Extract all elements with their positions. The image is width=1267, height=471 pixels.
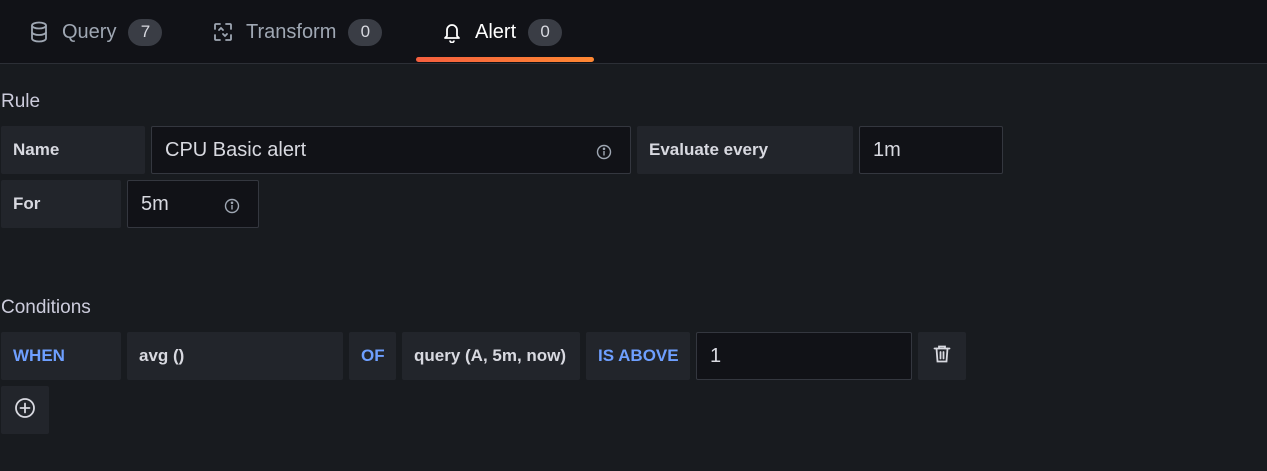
tab-query-label: Query	[62, 20, 117, 43]
bell-icon	[441, 21, 463, 43]
transform-icon	[212, 21, 234, 43]
threshold-input[interactable]: 1	[696, 332, 912, 380]
database-icon	[28, 21, 50, 43]
name-input[interactable]: CPU Basic alert	[151, 126, 631, 174]
conditions-section-title: Conditions	[1, 297, 91, 318]
tab-query-count: 7	[128, 18, 163, 46]
tab-transform-label: Transform	[246, 20, 337, 43]
tab-bar: Query 7 Transform 0 Alert 0	[0, 0, 1267, 64]
trash-icon	[933, 344, 951, 369]
for-label: For	[1, 180, 121, 228]
info-icon	[596, 143, 612, 160]
evaluator-selector[interactable]: IS ABOVE	[586, 332, 690, 380]
active-tab-indicator	[416, 57, 594, 62]
tab-transform[interactable]: Transform 0	[212, 0, 383, 64]
name-label: Name	[1, 126, 145, 174]
query-selector[interactable]: query (A, 5m, now)	[402, 332, 580, 380]
tab-alert-count: 0	[528, 18, 563, 46]
delete-condition-button[interactable]	[918, 332, 966, 380]
of-keyword: OF	[349, 332, 396, 380]
rule-section-title: Rule	[1, 91, 41, 112]
for-input-value: 5m	[141, 192, 169, 215]
for-input[interactable]: 5m	[127, 180, 259, 228]
tab-query[interactable]: Query 7	[28, 0, 163, 64]
tab-transform-count: 0	[348, 18, 383, 46]
tab-alert[interactable]: Alert 0	[441, 0, 563, 64]
evaluate-every-value: 1m	[873, 138, 901, 161]
name-input-value: CPU Basic alert	[165, 138, 307, 161]
info-icon	[224, 197, 240, 214]
threshold-value: 1	[710, 344, 722, 367]
add-condition-button[interactable]	[1, 386, 49, 434]
tab-alert-label: Alert	[475, 20, 517, 43]
evaluate-every-label: Evaluate every	[637, 126, 853, 174]
reducer-selector[interactable]: avg ()	[127, 332, 343, 380]
when-keyword: WHEN	[1, 332, 121, 380]
evaluate-every-input[interactable]: 1m	[859, 126, 1003, 174]
plus-circle-icon	[14, 397, 36, 424]
